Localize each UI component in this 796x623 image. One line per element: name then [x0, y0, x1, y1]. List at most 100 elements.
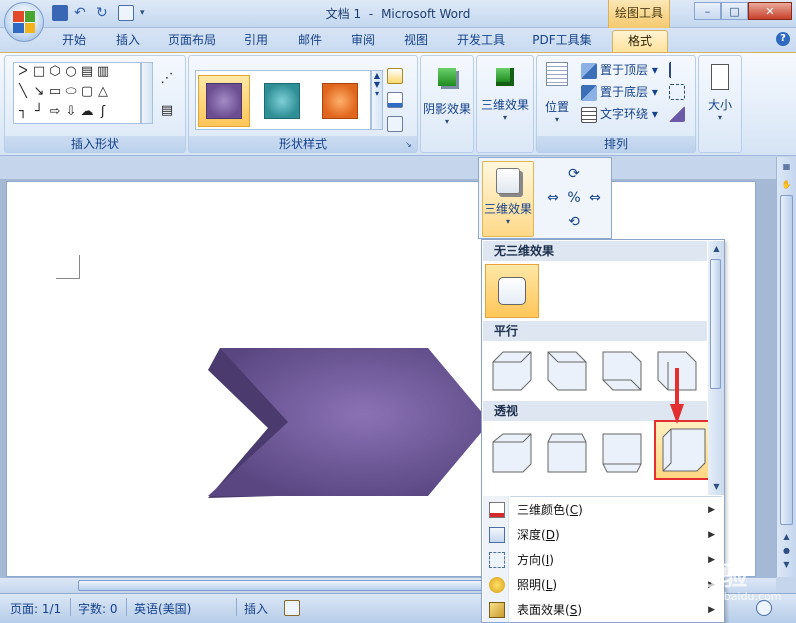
status-page[interactable]: 页面: 1/1 [10, 600, 61, 617]
perspective-3d-option-3[interactable] [595, 426, 649, 480]
tilt-right-icon[interactable]: ⇔ [585, 188, 605, 208]
shape-styles-scroll[interactable]: ▲ ▼ ▾ [371, 70, 383, 130]
right-arrow-shape-icon[interactable]: ⇨ [48, 105, 62, 119]
cloud-shape-icon[interactable]: ☁ [80, 105, 94, 119]
ribbon-tabs: 开始 插入 页面布局 引用 邮件 审阅 视图 开发工具 PDF工具集 格式 ? [0, 28, 796, 52]
perspective-3d-option-4-highlighted[interactable] [654, 420, 714, 480]
chevron-arrow-shape[interactable] [200, 340, 500, 510]
perspective-3d-option-1[interactable] [485, 426, 539, 480]
3d-toggle-icon[interactable]: % [564, 188, 584, 208]
draw-textbox-icon[interactable]: ▤ [157, 104, 177, 118]
horizontal-scroll-thumb[interactable] [78, 580, 498, 591]
next-page-icon[interactable]: ▼ [780, 559, 793, 571]
shape-style-orange[interactable] [314, 75, 366, 127]
pentagon-arrow-shape-icon[interactable]: ᐳ [16, 65, 30, 79]
tab-pdf-tools[interactable]: PDF工具集 [526, 30, 598, 52]
shape-style-teal[interactable] [256, 75, 308, 127]
parallel-3d-option-1[interactable] [485, 344, 539, 398]
elbow-arrow-shape-icon[interactable]: ┘ [32, 105, 46, 119]
menu-3d-color[interactable]: 三维颜色(C) ▶ [483, 498, 723, 523]
shapes-gallery-scroll[interactable] [141, 62, 153, 124]
change-shape-icon[interactable] [387, 116, 403, 132]
shape-outline-icon[interactable] [387, 92, 403, 108]
shadow-effects-label: 阴影效果 [422, 102, 471, 116]
position-button[interactable]: 位置 ▾ [539, 60, 575, 130]
tab-page-layout[interactable]: 页面布局 [160, 30, 224, 52]
tab-mailings[interactable]: 邮件 [290, 30, 330, 52]
triangle-shape-icon[interactable]: △ [96, 85, 110, 99]
menu-depth[interactable]: 深度(D) ▶ [483, 523, 723, 548]
align-icon[interactable] [669, 62, 685, 78]
tab-home[interactable]: 开始 [52, 30, 96, 52]
pan-hand-icon[interactable]: ✋ [780, 179, 793, 191]
perspective-3d-option-5[interactable] [485, 482, 539, 496]
no-3d-effect-option[interactable] [485, 264, 539, 318]
elbow-connector-shape-icon[interactable]: ┐ [16, 105, 30, 119]
3d-effects-ribbon-button[interactable]: 三维效果 ▾ [478, 60, 532, 130]
oval-shape-icon[interactable]: ⬭ [64, 85, 78, 99]
rect-shape-icon[interactable]: ▭ [48, 85, 62, 99]
shadow-effects-button[interactable]: 阴影效果 ▾ [421, 60, 473, 130]
direction-icon [489, 552, 505, 568]
shape-styles-gallery[interactable] [195, 70, 371, 130]
rounded-rect-shape-icon[interactable]: ▢ [80, 85, 94, 99]
gallery-scrollbar[interactable]: ▲ ▼ [708, 241, 724, 495]
gallery-scroll-thumb[interactable] [710, 259, 721, 389]
vertical-scroll-thumb[interactable] [780, 195, 793, 525]
prev-page-icon[interactable]: ▲ [780, 531, 793, 543]
rectangle-shape-icon[interactable]: □ [32, 65, 46, 79]
tab-review[interactable]: 审阅 [343, 30, 383, 52]
textbox-shape-icon[interactable]: ▤ [80, 65, 94, 79]
circle-shape-icon[interactable]: ○ [64, 65, 78, 79]
octagon-shape-icon[interactable]: ⬡ [48, 65, 62, 79]
text-wrap-button[interactable]: 文字环绕 ▾ [581, 104, 658, 124]
view-ruler-icon[interactable]: ▦ [780, 161, 793, 173]
status-insert-mode[interactable]: 插入 [244, 600, 268, 617]
tilt-left-icon[interactable]: ⇔ [543, 188, 563, 208]
macro-record-icon[interactable] [284, 600, 300, 616]
office-button[interactable] [4, 2, 44, 42]
shape-style-purple[interactable] [198, 75, 250, 127]
cube-icon [602, 351, 642, 391]
bring-to-front-button[interactable]: 置于顶层 ▾ [581, 60, 658, 80]
vertical-textbox-shape-icon[interactable]: ▥ [96, 65, 110, 79]
status-words[interactable]: 字数: 0 [78, 600, 118, 617]
select-browse-icon[interactable]: ● [780, 545, 793, 557]
rotate-icon[interactable] [669, 106, 685, 122]
title-bar: ↶ ↻ ▾ 文档 1 - Microsoft Word 绘图工具 – □ ✕ [0, 0, 796, 28]
status-language[interactable]: 英语(美国) [134, 600, 191, 617]
perspective-3d-option-2[interactable] [540, 426, 594, 480]
close-button[interactable]: ✕ [748, 2, 792, 20]
maximize-button[interactable]: □ [721, 2, 748, 20]
tab-format[interactable]: 格式 [612, 30, 668, 52]
status-separator [70, 598, 71, 616]
line-shape-icon[interactable]: ╲ [16, 85, 30, 99]
parallel-3d-option-2[interactable] [540, 344, 594, 398]
send-to-back-button[interactable]: 置于底层 ▾ [581, 82, 658, 102]
3d-effects-toggle-button[interactable]: 三维效果 ▾ [482, 161, 534, 237]
window-title: 文档 1 - Microsoft Word [325, 7, 471, 21]
minimize-button[interactable]: – [694, 2, 721, 20]
tab-insert[interactable]: 插入 [108, 30, 148, 52]
edit-shape-icon[interactable]: ⋰ [157, 72, 177, 86]
gallery-scroll-down-icon[interactable]: ▼ [710, 481, 723, 493]
parallel-3d-option-3[interactable] [595, 344, 649, 398]
shape-fill-icon[interactable] [387, 68, 403, 84]
shapes-gallery[interactable]: ᐳ □ ⬡ ○ ▤ ▥ ╲ ↘ ▭ ⬭ ▢ △ ┐ ┘ ⇨ ⇩ ☁ ʃ [13, 62, 141, 124]
tab-references[interactable]: 引用 [236, 30, 276, 52]
size-button[interactable]: 大小 ▾ [699, 60, 741, 130]
cube-icon [602, 433, 642, 473]
shape-styles-launcher-icon[interactable]: ↘ [405, 140, 415, 150]
freeform-shape-icon[interactable]: ʃ [96, 105, 110, 119]
tilt-up-icon[interactable]: ⟳ [564, 164, 584, 184]
tilt-down-icon[interactable]: ⟲ [564, 212, 584, 232]
down-arrow-shape-icon[interactable]: ⇩ [64, 105, 78, 119]
help-icon[interactable]: ? [776, 32, 790, 46]
vertical-scrollbar[interactable]: ▦ ✋ ▲ ● ▼ [776, 157, 796, 577]
group-objects-icon[interactable] [669, 84, 685, 100]
gallery-scroll-up-icon[interactable]: ▲ [710, 243, 723, 255]
tab-view[interactable]: 视图 [396, 30, 436, 52]
arrow-line-shape-icon[interactable]: ↘ [32, 85, 46, 99]
tab-developer[interactable]: 开发工具 [449, 30, 513, 52]
cube-icon [662, 428, 706, 472]
